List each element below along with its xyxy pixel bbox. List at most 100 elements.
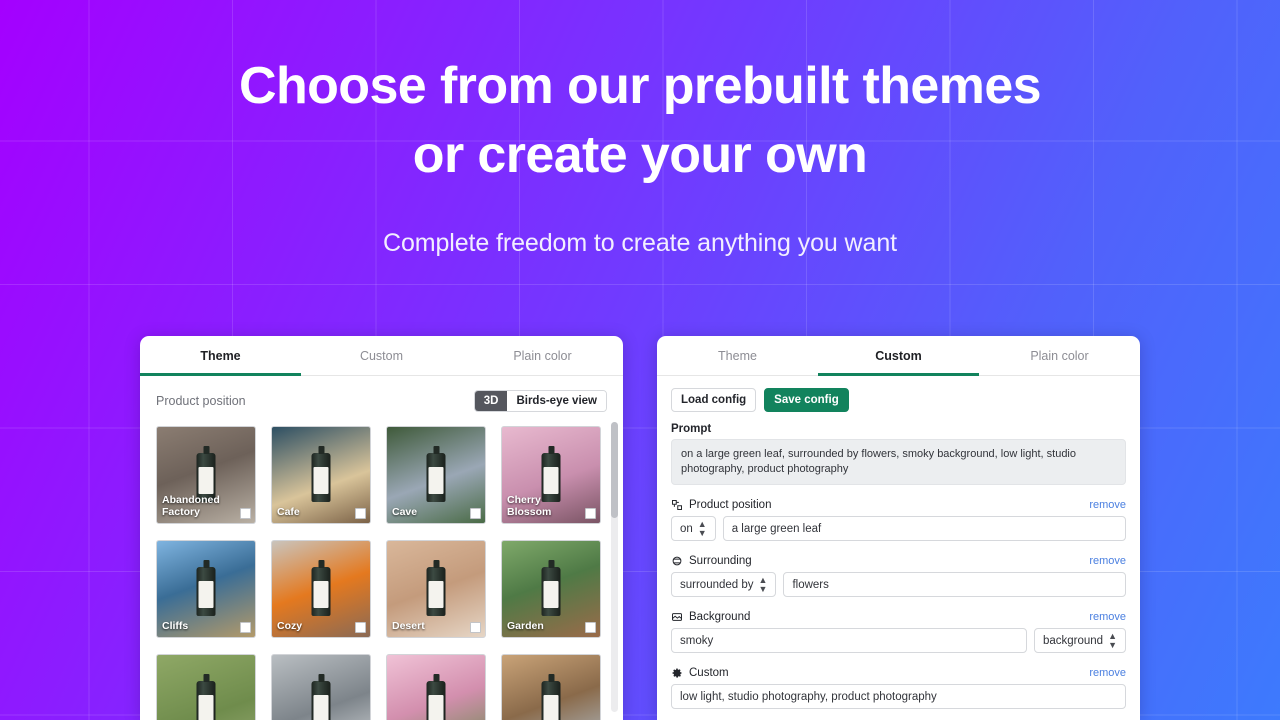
- page-subtitle: Complete freedom to create anything you …: [383, 229, 897, 258]
- theme-thumbnail[interactable]: Desert: [386, 540, 486, 638]
- theme-thumbnail[interactable]: [156, 654, 256, 720]
- remove-link[interactable]: remove: [1089, 667, 1126, 679]
- theme-thumbnail[interactable]: [501, 654, 601, 720]
- chevron-updown-icon: ▲ ▼: [758, 574, 768, 594]
- hero-section: Choose from our prebuilt themes or creat…: [0, 0, 1280, 258]
- theme-checkbox[interactable]: [240, 622, 251, 633]
- tab-custom[interactable]: Custom: [301, 336, 462, 375]
- custom-tab-plain-color-label: Plain color: [1030, 348, 1089, 363]
- product-bottle-image: [426, 452, 446, 502]
- product-bottle-image: [541, 566, 561, 616]
- custom-section-fields: surrounded by ▲ ▼ flowers: [671, 572, 1126, 598]
- custom-section: Background remove smoky background ▲ ▼: [671, 611, 1126, 654]
- theme-grid-scrollbar[interactable]: [611, 422, 618, 712]
- custom-sections: Product position remove on ▲ ▼ a large green …: [671, 499, 1126, 710]
- custom-section-input[interactable]: a large green leaf: [722, 516, 1126, 542]
- tab-plain-color[interactable]: Plain color: [462, 336, 623, 375]
- gear-icon: [671, 667, 683, 679]
- panels-container: Theme Custom Plain color Product positio…: [0, 336, 1280, 720]
- tab-plain-color-label: Plain color: [513, 348, 572, 363]
- custom-section: Product position remove on ▲ ▼ a large green …: [671, 499, 1126, 542]
- custom-section-select[interactable]: on ▲ ▼: [671, 516, 716, 542]
- custom-section-header: Background remove: [671, 611, 1126, 623]
- chevron-updown-icon: ▲ ▼: [1108, 630, 1117, 650]
- page-title-line-1: Choose from our prebuilt themes: [239, 57, 1042, 115]
- custom-section-header: Surrounding remove: [671, 555, 1126, 567]
- custom-section: Custom remove low light, studio photograph…: [671, 667, 1126, 710]
- product-position-label: Product position: [156, 394, 246, 408]
- theme-checkbox[interactable]: [585, 508, 596, 519]
- theme-thumbnail[interactable]: Cliffs: [156, 540, 256, 638]
- theme-thumbnail[interactable]: [271, 654, 371, 720]
- theme-checkbox[interactable]: [355, 622, 366, 633]
- custom-section-fields: on ▲ ▼ a large green leaf: [671, 516, 1126, 542]
- custom-section-title: Surrounding: [689, 555, 752, 568]
- custom-panel-body: Load config Save config Prompt on a larg…: [657, 376, 1140, 720]
- theme-checkbox[interactable]: [240, 508, 251, 519]
- theme-grid-scrollbar-thumb[interactable]: [611, 422, 618, 518]
- custom-section-input-value: flowers: [792, 578, 829, 591]
- config-button-row: Load config Save config: [671, 388, 1126, 412]
- view-toggle[interactable]: 3D Birds-eye view: [473, 390, 607, 412]
- custom-section-select-value: surrounded by: [680, 578, 754, 591]
- custom-tab-custom[interactable]: Custom: [818, 336, 979, 376]
- custom-section-fields: smoky background ▲ ▼: [671, 628, 1126, 654]
- position-icon: [671, 499, 683, 511]
- tab-theme[interactable]: Theme: [140, 336, 301, 376]
- theme-checkbox[interactable]: [355, 508, 366, 519]
- theme-thumbnail[interactable]: Cozy: [271, 540, 371, 638]
- theme-panel-tabs: Theme Custom Plain color: [140, 336, 623, 376]
- prompt-textarea[interactable]: on a large green leaf, surrounded by flo…: [671, 439, 1126, 486]
- product-bottle-image: [196, 566, 216, 616]
- theme-checkbox[interactable]: [585, 622, 596, 633]
- theme-panel: Theme Custom Plain color Product positio…: [140, 336, 623, 720]
- remove-link[interactable]: remove: [1089, 555, 1126, 567]
- remove-link[interactable]: remove: [1089, 611, 1126, 623]
- theme-thumbnail[interactable]: Garden: [501, 540, 601, 638]
- custom-panel-tabs: Theme Custom Plain color: [657, 336, 1140, 376]
- tab-custom-label: Custom: [359, 348, 404, 363]
- load-config-button[interactable]: Load config: [671, 388, 757, 412]
- theme-thumbnail[interactable]: [386, 654, 486, 720]
- remove-link[interactable]: remove: [1089, 499, 1126, 511]
- custom-section-input-value: low light, studio photography, product p…: [680, 690, 937, 703]
- custom-section-input[interactable]: low light, studio photography, product p…: [671, 684, 1126, 710]
- theme-thumbnail[interactable]: Cave: [386, 426, 486, 524]
- product-bottle-image: [196, 680, 216, 720]
- tab-theme-label: Theme: [200, 348, 241, 363]
- custom-section-header: Product position remove: [671, 499, 1126, 511]
- chevron-updown-icon: ▲ ▼: [697, 518, 707, 538]
- theme-grid: Abandoned Factory Cafe Cave Cherry Blossom C…: [156, 426, 616, 720]
- page-title-line-2: or create your own: [412, 125, 868, 184]
- custom-tab-custom-label: Custom: [875, 348, 922, 363]
- view-toggle-3d[interactable]: 3D: [474, 391, 508, 411]
- theme-thumbnail[interactable]: Abandoned Factory: [156, 426, 256, 524]
- theme-checkbox[interactable]: [470, 622, 481, 633]
- custom-section-title: Background: [689, 611, 751, 624]
- view-toggle-birds-eye[interactable]: Birds-eye view: [507, 391, 606, 411]
- custom-section-input[interactable]: flowers: [783, 572, 1126, 598]
- custom-section-input-value: a large green leaf: [731, 522, 822, 535]
- custom-section-select-value: on: [680, 522, 693, 535]
- custom-section: Surrounding remove surrounded by ▲ ▼ flowers: [671, 555, 1126, 598]
- save-config-button[interactable]: Save config: [764, 388, 849, 412]
- background-icon: [671, 611, 683, 623]
- product-bottle-image: [426, 566, 446, 616]
- custom-section-title: Custom: [689, 667, 729, 680]
- custom-section-select-value: background: [1042, 634, 1104, 647]
- custom-tab-plain-color[interactable]: Plain color: [979, 336, 1140, 375]
- theme-thumbnail[interactable]: Cafe: [271, 426, 371, 524]
- custom-tab-theme[interactable]: Theme: [657, 336, 818, 375]
- custom-section-fields: low light, studio photography, product p…: [671, 684, 1126, 710]
- product-bottle-image: [311, 452, 331, 502]
- product-bottle-image: [541, 680, 561, 720]
- custom-section-input-value: smoky: [680, 634, 714, 647]
- custom-section-input[interactable]: smoky: [671, 628, 1027, 654]
- custom-section-select[interactable]: background ▲ ▼: [1033, 628, 1126, 654]
- custom-section-header: Custom remove: [671, 667, 1126, 679]
- custom-section-select[interactable]: surrounded by ▲ ▼: [671, 572, 777, 598]
- custom-panel: Theme Custom Plain color Load config Sav…: [657, 336, 1140, 720]
- custom-section-title: Product position: [689, 499, 772, 512]
- theme-thumbnail[interactable]: Cherry Blossom: [501, 426, 601, 524]
- theme-checkbox[interactable]: [470, 508, 481, 519]
